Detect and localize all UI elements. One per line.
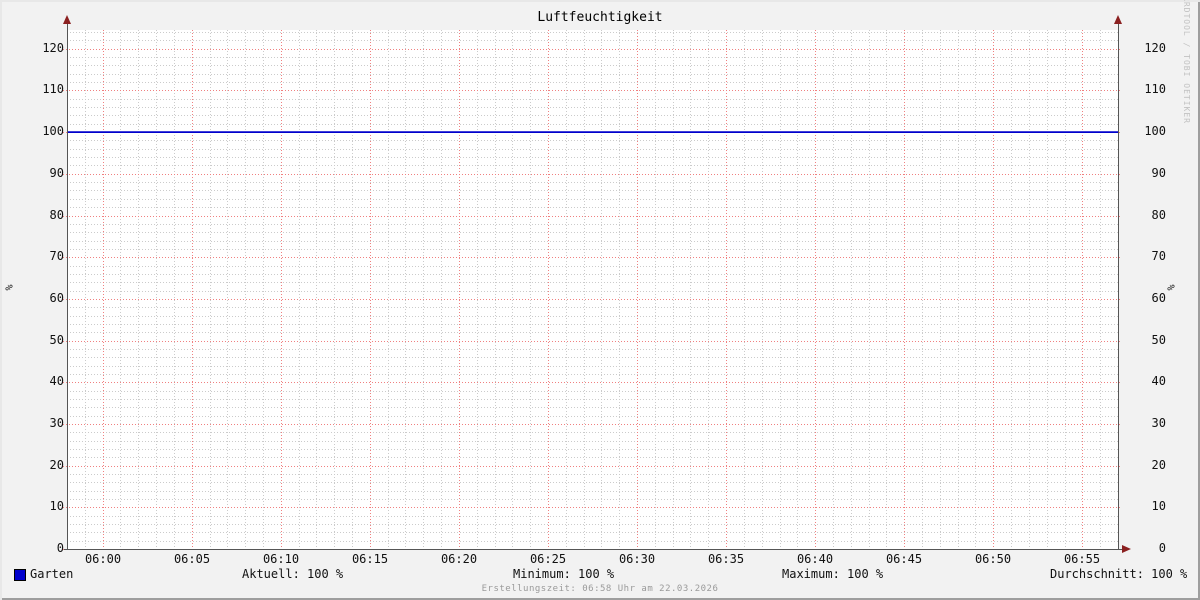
y-axis-tick-label-left: 80 xyxy=(24,209,64,222)
y-axis-tick-label-left: 40 xyxy=(24,375,64,388)
x-axis-tick-label: 06:30 xyxy=(615,553,659,566)
stat-maximum: Maximum: 100 % xyxy=(782,568,883,581)
y-axis-tick-label-left: 50 xyxy=(24,334,64,347)
y-axis-tick-label-right: 60 xyxy=(1126,292,1166,305)
y-axis-tick-label-right: 110 xyxy=(1126,83,1166,96)
y-axis-tick-label-left: 70 xyxy=(24,250,64,263)
stat-durchschnitt: Durchschnitt: 100 % xyxy=(1050,568,1187,581)
y-axis-tick-label-left: 90 xyxy=(24,167,64,180)
y-axis-tick-label-right: 10 xyxy=(1126,500,1166,513)
x-axis-tick-label: 06:35 xyxy=(704,553,748,566)
y-axis-tick-label-left: 30 xyxy=(24,417,64,430)
y-axis-tick-label-left: 10 xyxy=(24,500,64,513)
x-axis-tick-label: 06:45 xyxy=(882,553,926,566)
creation-time-text: Erstellungszeit: 06:58 Uhr am 22.03.2026 xyxy=(0,584,1200,594)
y-axis-tick-label-left: 100 xyxy=(24,125,64,138)
legend-series-label: Garten xyxy=(30,568,73,581)
y-axis-tick-label-left: 120 xyxy=(24,42,64,55)
y-axis-tick-label-left: 60 xyxy=(24,292,64,305)
rrdtool-graph: Luftfeuchtigkeit 00101020203030404050506… xyxy=(0,0,1200,600)
plot-area xyxy=(0,0,1200,600)
y-axis-tick-label-right: 120 xyxy=(1126,42,1166,55)
stat-minimum: Minimum: 100 % xyxy=(513,568,614,581)
y-axis-tick-label-right: 70 xyxy=(1126,250,1166,263)
x-axis-tick-label: 06:40 xyxy=(793,553,837,566)
y-axis-tick-label-right: 100 xyxy=(1126,125,1166,138)
y-axis-tick-label-right: 0 xyxy=(1126,542,1166,555)
y-axis-unit-label-right: % xyxy=(1166,258,1179,318)
y-axis-tick-label-right: 80 xyxy=(1126,209,1166,222)
y-axis-tick-label-right: 40 xyxy=(1126,375,1166,388)
y-axis-tick-label-left: 20 xyxy=(24,459,64,472)
x-axis-tick-label: 06:15 xyxy=(348,553,392,566)
x-axis-tick-label: 06:05 xyxy=(170,553,214,566)
x-axis-tick-label: 06:25 xyxy=(526,553,570,566)
x-axis-tick-label: 06:55 xyxy=(1060,553,1104,566)
y-axis-tick-label-left: 110 xyxy=(24,83,64,96)
x-axis-tick-label: 06:50 xyxy=(971,553,1015,566)
x-axis-tick-label: 06:10 xyxy=(259,553,303,566)
x-axis-tick-label: 06:00 xyxy=(81,553,125,566)
rrdtool-watermark: RRDTOOL / TOBI OETIKER xyxy=(1181,0,1191,136)
y-axis-tick-label-right: 50 xyxy=(1126,334,1166,347)
y-axis-tick-label-left: 0 xyxy=(24,542,64,555)
stat-aktuell: Aktuell: 100 % xyxy=(242,568,343,581)
x-axis-tick-label: 06:20 xyxy=(437,553,481,566)
y-axis-tick-label-right: 90 xyxy=(1126,167,1166,180)
y-axis-tick-label-right: 30 xyxy=(1126,417,1166,430)
legend-color-swatch xyxy=(14,569,26,581)
y-axis-unit-label-left: % xyxy=(4,258,17,318)
y-axis-tick-label-right: 20 xyxy=(1126,459,1166,472)
